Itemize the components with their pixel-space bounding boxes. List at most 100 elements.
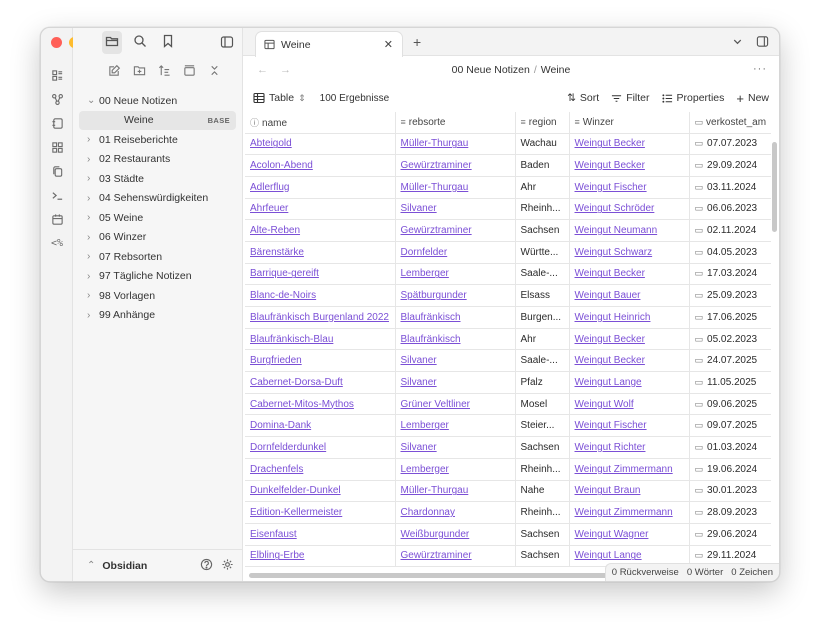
cell-link[interactable]: Edition-Kellermeister bbox=[250, 507, 342, 518]
cell-name[interactable]: Alte-Reben bbox=[245, 219, 396, 242]
dashboard-icon[interactable] bbox=[46, 137, 68, 157]
cell-link[interactable]: Weißburgunder bbox=[401, 529, 470, 540]
cell-verkostet-am[interactable]: ▭ 04.05.2023 bbox=[688, 240, 771, 264]
cell-link[interactable]: Dornfelder bbox=[401, 247, 448, 258]
cell-link[interactable]: Weingut Schwarz bbox=[575, 247, 653, 258]
cell-region[interactable]: Burgen... bbox=[514, 306, 570, 329]
cell-link[interactable]: Adlerflug bbox=[250, 182, 289, 193]
cell-name[interactable]: Dornfelderdunkel bbox=[245, 436, 396, 459]
cell-link[interactable]: Weingut Neumann bbox=[575, 225, 658, 236]
breadcrumb-folder[interactable]: 00 Neue Notizen bbox=[452, 64, 530, 76]
settings-gear-icon[interactable] bbox=[221, 558, 234, 574]
cell-name[interactable]: Blaufränkisch Burgenland 2022 bbox=[245, 306, 396, 329]
cell-verkostet-am[interactable]: ▭ 09.06.2025 bbox=[688, 392, 771, 416]
cell-link[interactable]: Weingut Richter bbox=[575, 442, 646, 453]
cell-verkostet-am[interactable]: ▭ 24.07.2025 bbox=[688, 349, 771, 373]
cell-link[interactable]: Weingut Lange bbox=[575, 550, 642, 561]
new-folder-icon[interactable] bbox=[133, 64, 146, 80]
cell-winzer[interactable]: Weingut Bauer bbox=[568, 284, 690, 307]
files-icon[interactable] bbox=[46, 65, 68, 85]
cell-link[interactable]: Abteigold bbox=[250, 138, 292, 149]
cell-link[interactable]: Domina-Dank bbox=[250, 420, 311, 431]
tree-folder-item[interactable]: › 03 Städte bbox=[79, 169, 236, 189]
cell-region[interactable]: Württe... bbox=[514, 240, 570, 264]
cell-rebsorte[interactable]: Blaufränkisch bbox=[394, 327, 516, 351]
cell-link[interactable]: Weingut Braun bbox=[575, 485, 641, 496]
cell-link[interactable]: Acolon-Abend bbox=[250, 160, 313, 171]
vault-switcher[interactable]: ⌃ Obsidian bbox=[73, 549, 242, 581]
cell-name[interactable]: Acolon-Abend bbox=[245, 154, 396, 177]
cell-link[interactable]: Lemberger bbox=[401, 420, 449, 431]
cell-name[interactable]: Blanc-de-Noirs bbox=[245, 284, 396, 307]
cell-region[interactable]: Baden bbox=[514, 154, 570, 177]
cell-link[interactable]: Weingut Becker bbox=[575, 138, 645, 149]
cell-region[interactable]: Rheinh... bbox=[514, 197, 570, 221]
cell-name[interactable]: Cabernet-Dorsa-Duft bbox=[245, 371, 396, 394]
cell-verkostet-am[interactable]: ▭ 02.11.2024 bbox=[688, 219, 771, 242]
cell-verkostet-am[interactable]: ▭ 17.03.2024 bbox=[688, 262, 771, 286]
cell-link[interactable]: Weingut Becker bbox=[575, 355, 645, 366]
cell-link[interactable]: Weingut Schröder bbox=[575, 203, 655, 214]
cell-link[interactable]: Blanc-de-Noirs bbox=[250, 290, 316, 301]
chevrons-icon[interactable] bbox=[208, 64, 221, 80]
cell-rebsorte[interactable]: Blaufränkisch bbox=[394, 306, 516, 329]
cell-region[interactable]: Mosel bbox=[514, 392, 570, 416]
tree-folder-item[interactable]: › 98 Vorlagen bbox=[79, 286, 236, 306]
cell-region[interactable]: Sachsen bbox=[514, 436, 570, 459]
new-note-icon[interactable] bbox=[108, 64, 121, 80]
tree-folder-item[interactable]: ⌄ 00 Neue Notizen bbox=[79, 91, 236, 111]
cell-link[interactable]: Weingut Heinrich bbox=[575, 312, 651, 323]
cell-verkostet-am[interactable]: ▭ 11.05.2025 bbox=[688, 371, 771, 394]
cell-link[interactable]: Elbling-Erbe bbox=[250, 550, 304, 561]
cell-winzer[interactable]: Weingut Zimmermann bbox=[568, 457, 690, 481]
cell-link[interactable]: Blaufränkisch-Blau bbox=[250, 334, 333, 345]
cell-name[interactable]: Abteigold bbox=[245, 132, 396, 156]
cell-name[interactable]: Barrique-gereift bbox=[245, 262, 396, 286]
cell-winzer[interactable]: Weingut Fischer bbox=[568, 414, 690, 438]
cell-region[interactable]: Sachsen bbox=[514, 219, 570, 242]
search-icon[interactable] bbox=[133, 34, 147, 51]
cell-link[interactable]: Weingut Becker bbox=[575, 268, 645, 279]
cell-link[interactable]: Chardonnay bbox=[401, 507, 455, 518]
cell-link[interactable]: Burgfrieden bbox=[250, 355, 302, 366]
cell-rebsorte[interactable]: Dornfelder bbox=[394, 240, 516, 264]
cell-verkostet-am[interactable]: ▭ 17.06.2025 bbox=[688, 306, 771, 329]
back-arrow-icon[interactable]: ← bbox=[257, 64, 268, 76]
cell-region[interactable]: Wachau bbox=[514, 132, 570, 156]
cell-verkostet-am[interactable]: ▭ 09.07.2025 bbox=[688, 414, 771, 438]
tree-folder-item[interactable]: › 99 Anhänge bbox=[79, 306, 236, 326]
cell-winzer[interactable]: Weingut Becker bbox=[568, 262, 690, 286]
cell-rebsorte[interactable]: Gewürztraminer bbox=[394, 154, 516, 177]
cell-rebsorte[interactable]: Lemberger bbox=[394, 414, 516, 438]
more-options-icon[interactable]: ··· bbox=[753, 63, 767, 75]
cell-link[interactable]: Dornfelderdunkel bbox=[250, 442, 326, 453]
cell-winzer[interactable]: Weingut Heinrich bbox=[568, 306, 690, 329]
cell-verkostet-am[interactable]: ▭ 30.01.2023 bbox=[688, 479, 771, 503]
column-header-region[interactable]: ≡ region bbox=[514, 112, 570, 134]
cell-name[interactable]: Blaufränkisch-Blau bbox=[245, 327, 396, 351]
tree-file-item[interactable]: Weine BASE bbox=[79, 110, 236, 130]
cell-verkostet-am[interactable]: ▭ 29.06.2024 bbox=[688, 522, 771, 546]
cell-link[interactable]: Silvaner bbox=[401, 355, 437, 366]
cell-link[interactable]: Spätburgunder bbox=[401, 290, 467, 301]
cell-winzer[interactable]: Weingut Becker bbox=[568, 132, 690, 156]
tree-folder-item[interactable]: › 07 Rebsorten bbox=[79, 247, 236, 267]
cell-link[interactable]: Gewürztraminer bbox=[401, 550, 472, 561]
cell-name[interactable]: Elbling-Erbe bbox=[245, 544, 396, 568]
copy-icon[interactable] bbox=[46, 161, 68, 181]
cell-rebsorte[interactable]: Silvaner bbox=[394, 197, 516, 221]
cell-rebsorte[interactable]: Spätburgunder bbox=[394, 284, 516, 307]
cell-link[interactable]: Grüner Veltliner bbox=[401, 399, 470, 410]
cell-winzer[interactable]: Weingut Wolf bbox=[568, 392, 690, 416]
cell-region[interactable]: Nahe bbox=[514, 479, 570, 503]
tree-folder-item[interactable]: › 05 Weine bbox=[79, 208, 236, 228]
terminal-icon[interactable] bbox=[46, 185, 68, 205]
cell-verkostet-am[interactable]: ▭ 01.03.2024 bbox=[688, 436, 771, 459]
cell-region[interactable]: Saale-... bbox=[514, 262, 570, 286]
cell-rebsorte[interactable]: Grüner Veltliner bbox=[394, 392, 516, 416]
cell-name[interactable]: Burgfrieden bbox=[245, 349, 396, 373]
help-icon[interactable] bbox=[200, 558, 213, 574]
column-header-verkostet-am[interactable]: ▭ verkostet_am bbox=[688, 112, 771, 134]
filter-button[interactable]: Filter bbox=[611, 92, 650, 104]
cell-rebsorte[interactable]: Gewürztraminer bbox=[394, 219, 516, 242]
